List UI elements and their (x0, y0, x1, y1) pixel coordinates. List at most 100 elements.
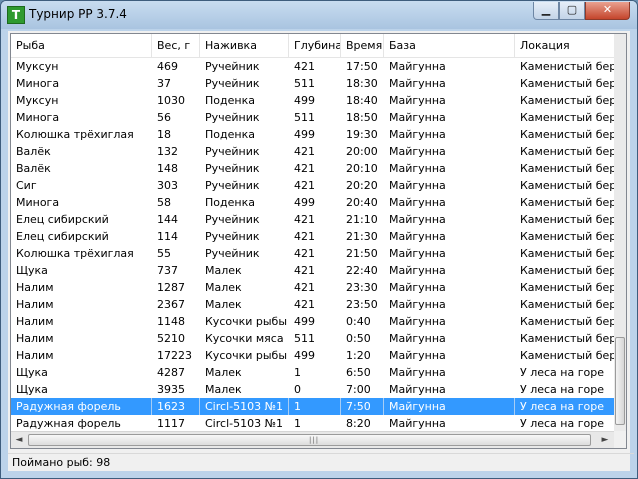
cell-bait: Ручейник (205, 162, 260, 175)
vertical-scrollbar[interactable] (614, 34, 626, 431)
cell-base: Майгунна (389, 179, 446, 192)
cell-time: 8:20 (346, 417, 371, 430)
table-row[interactable]: Щука 737 Малек 421 22:40 Майгунна Каменистый б… (11, 262, 626, 279)
cell-time: 6:50 (346, 366, 371, 379)
cell-time: 23:50 (346, 298, 378, 311)
cell-bait: Поденка (205, 94, 255, 107)
column-header-base[interactable]: База (384, 34, 515, 57)
cell-depth: 421 (294, 179, 315, 192)
column-header-weight[interactable]: Вес, г (152, 34, 200, 57)
cell-base: Майгунна (389, 247, 446, 260)
cell-location: Каменистый берег (520, 179, 626, 192)
cell-location: У леса на горе (515, 398, 626, 415)
cell-weight: 17223 (157, 349, 192, 362)
table-row[interactable]: Сиг 303 Ручейник 421 20:20 Майгунна Каменистый… (11, 177, 626, 194)
cell-weight: 18 (157, 128, 171, 141)
cell-weight: 5210 (157, 332, 185, 345)
cell-fish: Елец сибирский (16, 230, 109, 243)
catch-list[interactable]: Рыба Вес, г Наживка Глубина Время База Локация… (10, 33, 627, 449)
column-header-depth[interactable]: Глубина (289, 34, 341, 57)
table-row[interactable]: Минога 56 Ручейник 511 18:50 Майгунна Каменист… (11, 109, 626, 126)
cell-time: 0:50 (346, 332, 371, 345)
cell-bait: Circl-5103 №1 (200, 398, 289, 415)
table-row[interactable]: Валёк 132 Ручейник 421 20:00 Майгунна Каменист… (11, 143, 626, 160)
cell-bait: Ручейник (205, 145, 260, 158)
cell-base: Майгунна (389, 94, 446, 107)
cell-fish: Муксун (16, 60, 59, 73)
table-row[interactable]: Колюшка трёхиглая 18 Поденка 499 19:30 Майгун… (11, 126, 626, 143)
cell-bait: Кусочки рыбы (205, 315, 288, 328)
cell-time: 20:20 (346, 179, 378, 192)
vertical-scroll-thumb[interactable] (615, 337, 625, 425)
cell-bait: Кусочки рыбы (205, 349, 288, 362)
cell-depth: 0 (294, 383, 301, 396)
cell-fish: Колюшка трёхиглая (16, 128, 134, 141)
cell-time: 21:10 (346, 213, 378, 226)
app-icon[interactable]: T (7, 6, 25, 24)
cell-weight: 148 (157, 162, 178, 175)
cell-fish: Налим (16, 281, 54, 294)
cell-fish: Валёк (16, 145, 51, 158)
minimize-button[interactable]: ▁ (533, 2, 559, 20)
cell-bait: Ручейник (205, 77, 260, 90)
table-row[interactable]: Налим 1148 Кусочки рыбы 499 0:40 Майгунна Каме… (11, 313, 626, 330)
cell-bait: Ручейник (205, 60, 260, 73)
close-button[interactable]: ✕ (585, 2, 630, 20)
horizontal-scrollbar[interactable]: ◄ ||| ► (11, 431, 614, 448)
cell-location: Каменистый берег (520, 213, 626, 226)
cell-weight: 1030 (157, 94, 185, 107)
table-row[interactable]: Щука 4287 Малек 1 6:50 Майгунна У леса на горе (11, 364, 614, 381)
table-row[interactable]: Колюшка трёхиглая 55 Ручейник 421 21:50 Майгу… (11, 245, 626, 262)
cell-fish: Елец сибирский (16, 213, 109, 226)
table-row[interactable]: Радужная форель 1117 Circl-5103 №1 1 8:20 Май… (11, 415, 614, 432)
table-row[interactable]: Налим 17223 Кусочки рыбы 499 1:20 Майгунна Кам… (11, 347, 626, 364)
cell-bait: Circl-5103 №1 (205, 417, 284, 430)
scroll-right-arrow-icon[interactable]: ► (597, 434, 613, 447)
column-header-location[interactable]: Локация (515, 34, 626, 57)
cell-bait: Малек (205, 383, 242, 396)
cell-base: Майгунна (389, 332, 446, 345)
scrollbar-corner (614, 431, 626, 448)
cell-depth: 421 (294, 60, 315, 73)
table-row[interactable]: Щука 3935 Малек 0 7:00 Майгунна У леса на горе (11, 381, 614, 398)
table-row[interactable]: Минога 37 Ручейник 511 18:30 Майгунна Каменист… (11, 75, 626, 92)
cell-base: Майгунна (389, 315, 446, 328)
table-row[interactable]: Налим 5210 Кусочки мяса 511 0:50 Майгунна Каме… (11, 330, 626, 347)
cell-time: 21:30 (346, 230, 378, 243)
cell-depth: 1 (294, 366, 301, 379)
column-header-time[interactable]: Время (341, 34, 384, 57)
table-row[interactable]: Валёк 148 Ручейник 421 20:10 Майгунна Каменист… (11, 160, 626, 177)
table-row[interactable]: Муксун 469 Ручейник 421 17:50 Майгунна Каменис… (11, 58, 626, 75)
scroll-left-arrow-icon[interactable]: ◄ (11, 434, 27, 447)
cell-base: Майгунна (389, 417, 446, 430)
table-row[interactable]: Налим 1287 Малек 421 23:30 Майгунна Каменистый… (11, 279, 626, 296)
cell-depth: 499 (294, 128, 315, 141)
cell-location: Каменистый берег (520, 247, 626, 260)
cell-time: 1:20 (346, 349, 371, 362)
cell-weight: 56 (157, 111, 171, 124)
cell-base: Майгунна (389, 60, 446, 73)
cell-depth: 499 (294, 196, 315, 209)
table-row[interactable]: Налим 2367 Малек 421 23:50 Майгунна Каменистый… (11, 296, 626, 313)
table-row[interactable]: Минога 58 Поденка 499 20:40 Майгунна Каменисты… (11, 194, 626, 211)
table-row[interactable]: Елец сибирский 114 Ручейник 421 21:30 Майгунн… (11, 228, 626, 245)
table-row-selected[interactable]: Радужная форель 1623 Circl-5103 №1 1 7:50 Май… (11, 398, 626, 415)
cell-fish: Радужная форель (11, 398, 152, 415)
horizontal-scroll-thumb[interactable]: ||| (28, 434, 591, 446)
cell-bait: Поденка (205, 128, 255, 141)
cell-time: 20:40 (346, 196, 378, 209)
table-row[interactable]: Муксун 1030 Поденка 499 18:40 Майгунна Каменис… (11, 92, 626, 109)
cell-base: Майгунна (389, 196, 446, 209)
maximize-button[interactable]: ▢ (559, 2, 585, 20)
cell-base: Майгунна (384, 398, 515, 415)
cell-location: Каменистый берег (520, 332, 626, 345)
column-header-bait[interactable]: Наживка (200, 34, 289, 57)
window-title: Турнир РР 3.7.4 (29, 7, 127, 21)
table-row[interactable]: Елец сибирский 144 Ручейник 421 21:10 Майгунн… (11, 211, 626, 228)
cell-bait: Малек (205, 298, 242, 311)
title-bar[interactable]: T Турнир РР 3.7.4 ▁ ▢ ✕ (1, 1, 637, 29)
cell-bait: Малек (205, 366, 242, 379)
column-header-fish[interactable]: Рыба (11, 34, 152, 57)
cell-bait: Малек (205, 281, 242, 294)
cell-location: У леса на горе (520, 366, 604, 379)
